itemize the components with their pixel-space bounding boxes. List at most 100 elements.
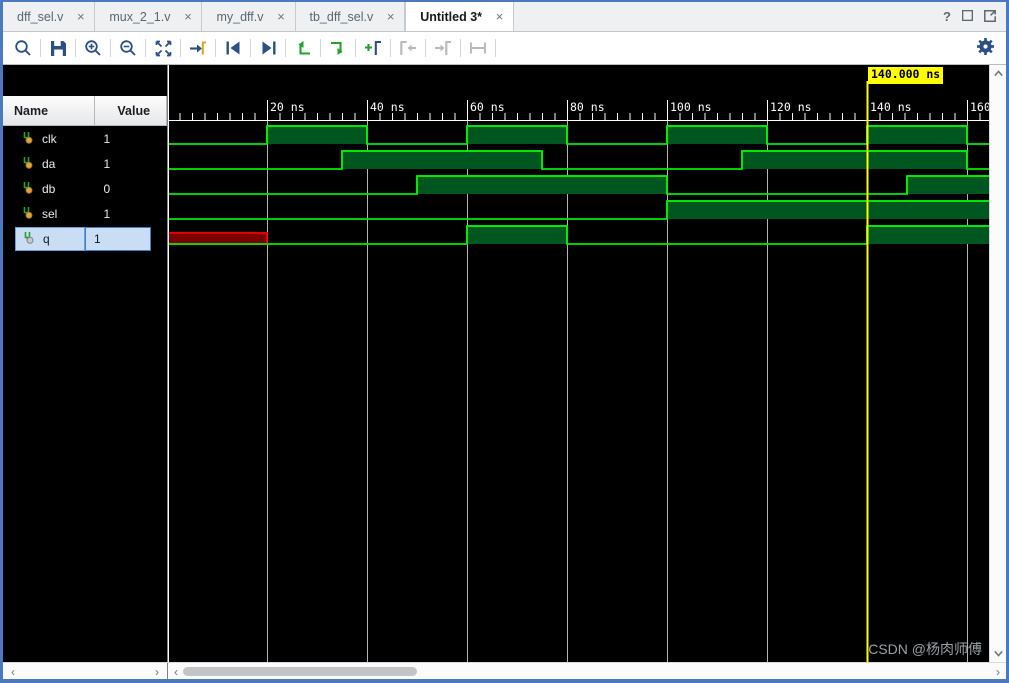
toolbar-separator	[145, 39, 146, 57]
ruler-tick-label: 60 ns	[470, 100, 505, 114]
toolbar-separator	[180, 39, 181, 57]
column-header-value[interactable]: Value	[95, 96, 167, 126]
close-icon[interactable]: ×	[494, 10, 505, 23]
signal-list-header: Name Value	[3, 96, 167, 126]
wave-scroll-thumb[interactable]	[183, 667, 417, 676]
toolbar-separator	[250, 39, 251, 57]
panel-scroll-right-icon[interactable]: ›	[153, 665, 161, 679]
previous-marker-icon[interactable]	[289, 35, 317, 61]
application-window: dff_sel.v × mux_2_1.v × my_dff.v × tb_df…	[0, 0, 1009, 683]
signal-value-cell[interactable]: 1	[95, 201, 167, 226]
tab-bar: dff_sel.v × mux_2_1.v × my_dff.v × tb_df…	[3, 2, 1006, 32]
tab-bar-filler	[514, 2, 938, 31]
float-window-icon[interactable]	[984, 9, 996, 24]
panel-horizontal-scrollbar[interactable]: ‹ ›	[3, 663, 168, 679]
next-marker-icon[interactable]	[324, 35, 352, 61]
wave-horizontal-scrollbar[interactable]: ‹ ›	[168, 663, 1006, 679]
toolbar-separator	[460, 39, 461, 57]
ruler-tick-label: 80 ns	[570, 100, 605, 114]
tab-my_dff[interactable]: my_dff.v ×	[202, 2, 296, 31]
signal-value-cell[interactable]: 1	[85, 226, 151, 251]
tab-label: dff_sel.v	[17, 9, 64, 24]
wave-scroll-left-icon[interactable]: ‹	[172, 665, 180, 679]
waveform-workspace: Name Value clk 1 da 1 db 0 sel 1 q 1 20 …	[3, 65, 1006, 679]
signal-row-clk[interactable]: clk 1	[3, 126, 167, 151]
measure-icon	[464, 35, 492, 61]
wave-scroll-right-icon[interactable]: ›	[994, 665, 1002, 679]
tab-dff_sel[interactable]: dff_sel.v ×	[3, 2, 96, 31]
signal-label: db	[42, 181, 56, 196]
signal-label: clk	[42, 131, 57, 146]
signal-name-cell[interactable]: sel	[3, 201, 95, 226]
previous-transition-icon[interactable]	[219, 35, 247, 61]
close-icon[interactable]: ×	[276, 10, 287, 23]
help-icon[interactable]: ?	[943, 10, 951, 23]
ruler-tick-label: 140 ns	[870, 100, 912, 114]
toolbar-separator	[495, 39, 496, 57]
signal-value-cell[interactable]: 1	[95, 126, 167, 151]
waveform-signal-icon	[23, 156, 36, 172]
toolbar-separator	[355, 39, 356, 57]
toolbar-separator	[75, 39, 76, 57]
zoom-in-icon[interactable]	[79, 35, 107, 61]
vertical-scrollbar[interactable]	[989, 65, 1006, 662]
signal-row-q[interactable]: q 1	[3, 226, 167, 251]
maximize-icon[interactable]	[961, 9, 974, 23]
close-icon[interactable]: ×	[182, 10, 193, 23]
search-icon[interactable]	[9, 35, 37, 61]
add-marker-icon[interactable]	[359, 35, 387, 61]
signal-row-sel[interactable]: sel 1	[3, 201, 167, 226]
waveform-panel[interactable]: 20 ns 40 ns 60 ns 80 ns 100 ns 120 ns 140 ns 16…	[169, 65, 989, 662]
next-transition-icon[interactable]	[254, 35, 282, 61]
tab-label: mux_2_1.v	[109, 9, 171, 24]
tab-label: tb_dff_sel.v	[309, 9, 374, 24]
save-icon[interactable]	[44, 35, 72, 61]
toolbar-separator	[110, 39, 111, 57]
ruler-tick-label: 100 ns	[670, 100, 712, 114]
signal-name-cell[interactable]: clk	[3, 126, 95, 151]
toolbar-separator	[320, 39, 321, 57]
signal-name-cell[interactable]: da	[3, 151, 95, 176]
signal-list-panel: Name Value clk 1 da 1 db 0 sel 1 q 1	[3, 65, 168, 662]
signal-value-cell[interactable]: 1	[95, 151, 167, 176]
tab-tb_dff_sel[interactable]: tb_dff_sel.v ×	[295, 2, 406, 31]
tab-untitled-3[interactable]: Untitled 3* ×	[405, 2, 515, 31]
signal-list-top-gap	[3, 65, 167, 96]
scroll-up-icon[interactable]	[990, 65, 1006, 82]
wave-scroll-track[interactable]	[180, 663, 994, 679]
ruler-tick-label: 20 ns	[270, 100, 305, 114]
signal-row-da[interactable]: da 1	[3, 151, 167, 176]
signal-row-db[interactable]: db 0	[3, 176, 167, 201]
close-icon[interactable]: ×	[385, 10, 396, 23]
signal-label: sel	[42, 206, 58, 221]
signal-value-cell[interactable]: 0	[95, 176, 167, 201]
toolbar-separator	[425, 39, 426, 57]
toolbar	[3, 32, 1006, 65]
scroll-down-icon[interactable]	[990, 645, 1006, 662]
tab-label: Untitled 3*	[420, 9, 483, 24]
window-buttons: ?	[937, 2, 1006, 31]
waveform-signal-icon	[23, 181, 36, 197]
ruler-tick-label: 120 ns	[770, 100, 812, 114]
panel-scroll-left-icon[interactable]: ‹	[9, 665, 17, 679]
zoom-out-icon[interactable]	[114, 35, 142, 61]
signal-label: da	[42, 156, 56, 171]
toolbar-separator	[390, 39, 391, 57]
close-icon[interactable]: ×	[75, 10, 86, 23]
waveform-canvas[interactable]: 20 ns 40 ns 60 ns 80 ns 100 ns 120 ns 140 ns 16…	[169, 65, 989, 662]
gear-icon[interactable]	[977, 38, 994, 58]
signal-name-cell[interactable]: q	[15, 226, 85, 251]
waveform-signal-icon	[23, 131, 36, 147]
column-header-name[interactable]: Name	[3, 96, 96, 126]
waveform-signal-output-icon	[24, 231, 37, 247]
waveform-signal-icon	[23, 206, 36, 222]
tab-label: my_dff.v	[216, 9, 264, 24]
signal-name-cell[interactable]: db	[3, 176, 95, 201]
ruler-tick-label: 160 ns	[970, 100, 989, 114]
cursor-time-label: 140.000 ns	[868, 67, 944, 84]
window-inner: dff_sel.v × mux_2_1.v × my_dff.v × tb_df…	[3, 2, 1006, 679]
goto-cursor-icon[interactable]	[184, 35, 212, 61]
zoom-fit-icon[interactable]	[149, 35, 177, 61]
tab-mux_2_1[interactable]: mux_2_1.v ×	[95, 2, 203, 31]
toolbar-separator	[40, 39, 41, 57]
